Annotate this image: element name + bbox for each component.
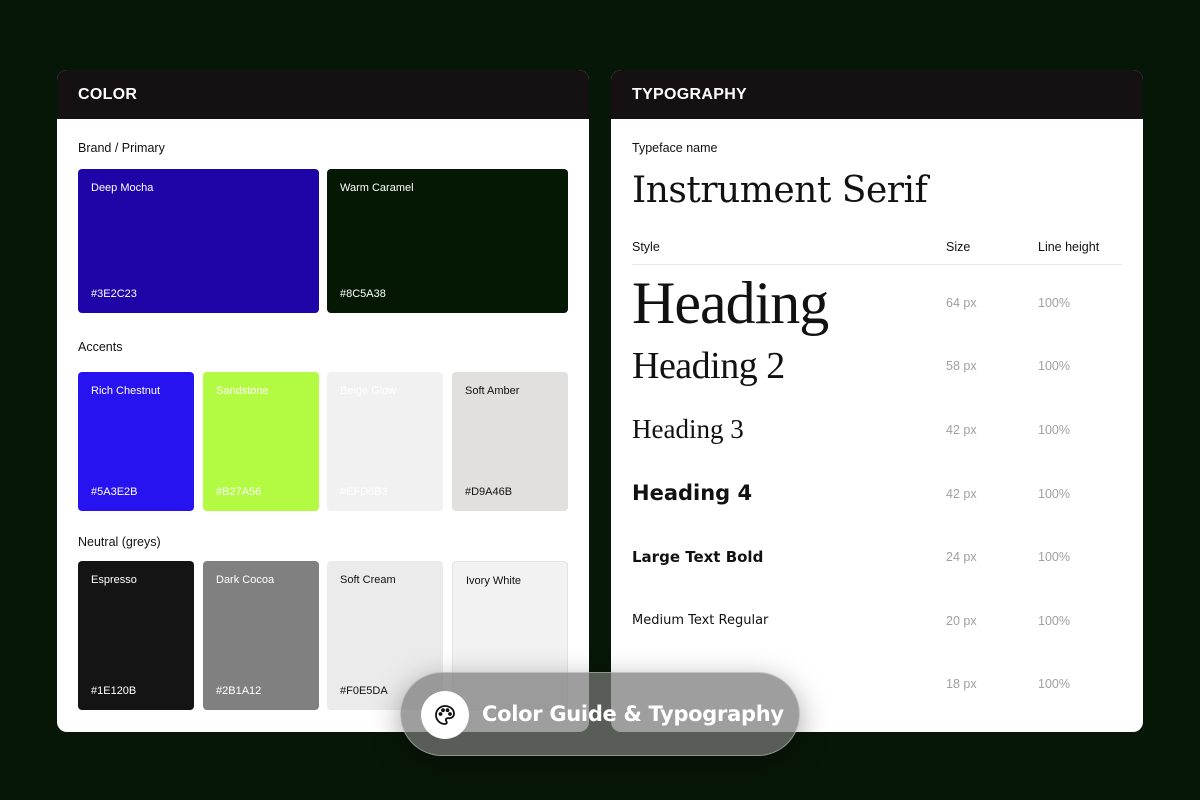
swatch-hex: #B27A56 xyxy=(216,486,262,498)
neutral-section-label: Neutral (greys) xyxy=(78,535,161,549)
style-line-height: 100% xyxy=(1038,296,1070,310)
style-name: Heading 3 xyxy=(632,414,744,444)
style-row-heading-3: Heading 3 42 px 100% xyxy=(611,400,1143,460)
swatch-hex: #5A3E2B xyxy=(91,486,138,498)
palette-icon xyxy=(421,691,469,739)
column-size: Size xyxy=(946,240,971,254)
typography-panel-title: TYPOGRAPHY xyxy=(611,70,1143,119)
swatch-name: Dark Cocoa xyxy=(216,574,275,586)
swatch-accent-1[interactable]: Sandstone #B27A56 xyxy=(203,372,319,511)
style-row-heading-4: Heading 4 42 px 100% xyxy=(611,464,1143,524)
brand-section-label: Brand / Primary xyxy=(78,141,165,155)
swatch-hex: #8C5A38 xyxy=(340,288,386,300)
style-row-heading: Heading 64 px 100% xyxy=(611,270,1143,336)
swatch-name: Rich Chestnut xyxy=(91,385,161,397)
swatch-accent-2[interactable]: Beige Glow #EFD6B3 xyxy=(327,372,443,511)
style-size: 58 px xyxy=(946,359,977,373)
style-size: 24 px xyxy=(946,550,977,564)
style-size: 42 px xyxy=(946,423,977,437)
table-divider xyxy=(632,264,1122,265)
color-panel-title: COLOR xyxy=(57,70,589,119)
swatch-name: Beige Glow xyxy=(340,385,397,397)
swatch-name: Sandstone xyxy=(216,385,269,397)
swatch-accent-3[interactable]: Soft Amber #D9A46B xyxy=(452,372,568,511)
style-size: 42 px xyxy=(946,487,977,501)
typeface-name: Instrument Serif xyxy=(632,170,928,211)
swatch-hex: #D9A46B xyxy=(465,486,513,498)
style-size: 20 px xyxy=(946,614,977,628)
swatch-hex: #F0E5DA xyxy=(340,685,388,697)
swatch-neutral-0[interactable]: Espresso #1E120B xyxy=(78,561,194,710)
style-name: Large Text Bold xyxy=(632,548,764,566)
style-size: 18 px xyxy=(946,677,977,691)
swatch-name: Ivory White xyxy=(466,575,522,587)
badge-label: Color Guide & Typography xyxy=(482,702,784,726)
accents-section-label: Accents xyxy=(78,340,123,354)
style-name: Medium Text Regular xyxy=(632,613,769,628)
column-style: Style xyxy=(632,240,660,254)
color-panel: COLOR Brand / Primary Deep Mocha #3E2C23… xyxy=(57,70,589,732)
swatch-hex: #1E120B xyxy=(91,685,137,697)
swatch-brand-1[interactable]: Warm Caramel #8C5A38 xyxy=(327,169,568,313)
style-size: 64 px xyxy=(946,296,977,310)
swatch-hex: #2B1A12 xyxy=(216,685,262,697)
style-line-height: 100% xyxy=(1038,423,1070,437)
swatch-brand-0[interactable]: Deep Mocha #3E2C23 xyxy=(78,169,319,313)
swatch-name: Soft Cream xyxy=(340,574,396,586)
style-line-height: 100% xyxy=(1038,677,1070,691)
swatch-hex: #3E2C23 xyxy=(91,288,137,300)
swatch-neutral-1[interactable]: Dark Cocoa #2B1A12 xyxy=(203,561,319,710)
swatch-name: Warm Caramel xyxy=(340,182,414,194)
style-line-height: 100% xyxy=(1038,359,1070,373)
typeface-label: Typeface name xyxy=(632,141,718,155)
swatch-accent-0[interactable]: Rich Chestnut #5A3E2B xyxy=(78,372,194,511)
swatch-name: Deep Mocha xyxy=(91,182,154,194)
swatch-name: Soft Amber xyxy=(465,385,520,397)
style-name: Heading 2 xyxy=(632,345,785,387)
page-background: { "color_panel": { "title": "COLOR", "br… xyxy=(0,0,1200,800)
style-line-height: 100% xyxy=(1038,487,1070,501)
style-row-heading-2: Heading 2 58 px 100% xyxy=(611,336,1143,396)
swatch-name: Espresso xyxy=(91,574,137,586)
style-name: Heading xyxy=(632,270,829,336)
style-name: Heading 4 xyxy=(632,481,753,505)
style-row-medium-text-regular: Medium Text Regular 20 px 100% xyxy=(611,591,1143,651)
style-row-large-text-bold: Large Text Bold 24 px 100% xyxy=(611,527,1143,587)
title-badge: Color Guide & Typography xyxy=(400,672,800,756)
swatch-hex: #EFD6B3 xyxy=(340,486,388,498)
typography-panel: TYPOGRAPHY Typeface name Instrument Seri… xyxy=(611,70,1143,732)
column-line-height: Line height xyxy=(1038,240,1100,254)
style-line-height: 100% xyxy=(1038,550,1070,564)
style-line-height: 100% xyxy=(1038,614,1070,628)
